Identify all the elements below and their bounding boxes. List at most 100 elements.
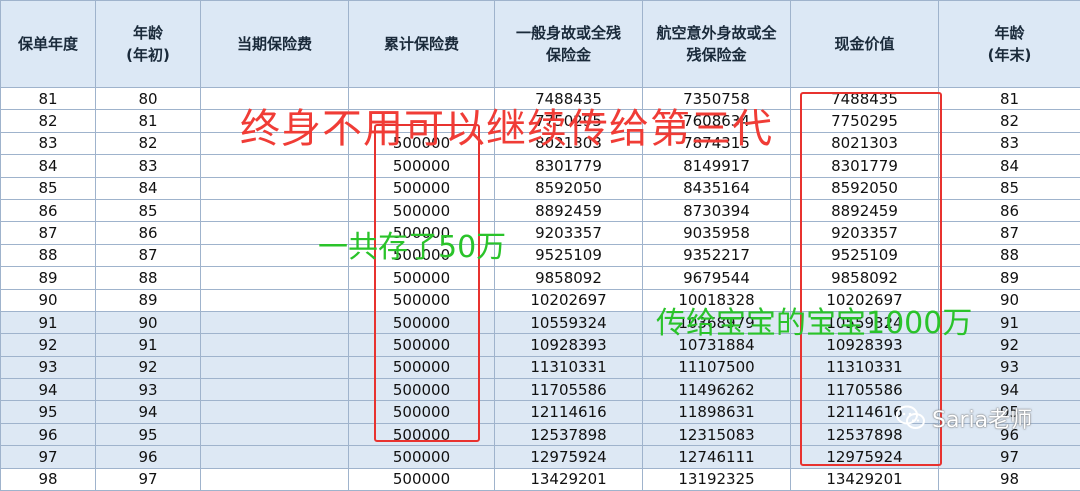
cell-cumulative-premium: 500000 <box>349 468 495 490</box>
cell-cumulative-premium: 500000 <box>349 267 495 289</box>
cell-aviation-benefit: 11898631 <box>643 401 791 423</box>
cell-current-premium <box>201 289 349 311</box>
cell-cash-value: 11310331 <box>791 356 939 378</box>
cell-age-start: 89 <box>96 289 201 311</box>
cell-death-benefit: 10928393 <box>495 334 643 356</box>
cell-cumulative-premium: 500000 <box>349 379 495 401</box>
cell-cash-value: 7488435 <box>791 88 939 110</box>
cell-current-premium <box>201 244 349 266</box>
cell-death-benefit: 12114616 <box>495 401 643 423</box>
cell-cash-value: 9203357 <box>791 222 939 244</box>
cell-cumulative-premium: 500000 <box>349 356 495 378</box>
cell-cash-value: 13429201 <box>791 468 939 490</box>
cell-age-end: 87 <box>939 222 1080 244</box>
table-row: 898850000098580929679544985809289 <box>1 267 1080 289</box>
cell-policy-year: 91 <box>1 311 96 333</box>
cell-death-benefit: 8301779 <box>495 155 643 177</box>
cell-aviation-benefit: 7874315 <box>643 132 791 154</box>
cell-current-premium <box>201 379 349 401</box>
cell-aviation-benefit: 7608634 <box>643 110 791 132</box>
cell-policy-year: 82 <box>1 110 96 132</box>
cell-aviation-benefit: 8435164 <box>643 177 791 199</box>
cell-cash-value: 12975924 <box>791 446 939 468</box>
cell-aviation-benefit: 11107500 <box>643 356 791 378</box>
cell-policy-year: 97 <box>1 446 96 468</box>
cell-cumulative-premium: 500000 <box>349 311 495 333</box>
cell-age-end: 86 <box>939 199 1080 221</box>
table-row: 818074884357350758748843581 <box>1 88 1080 110</box>
cell-age-end: 98 <box>939 468 1080 490</box>
cell-age-start: 86 <box>96 222 201 244</box>
cell-age-end: 85 <box>939 177 1080 199</box>
col-header-age-start: 年龄 (年初) <box>96 1 201 88</box>
cell-age-end: 90 <box>939 289 1080 311</box>
cell-policy-year: 93 <box>1 356 96 378</box>
col-header-age-end: 年龄 (年末) <box>939 1 1080 88</box>
cell-death-benefit: 9203357 <box>495 222 643 244</box>
cell-death-benefit: 9525109 <box>495 244 643 266</box>
table-row: 989750000013429201131923251342920198 <box>1 468 1080 490</box>
cell-age-start: 88 <box>96 267 201 289</box>
table-row: 949350000011705586114962621170558694 <box>1 379 1080 401</box>
cell-current-premium <box>201 356 349 378</box>
cell-policy-year: 86 <box>1 199 96 221</box>
cell-aviation-benefit: 10731884 <box>643 334 791 356</box>
cell-cumulative-premium <box>349 110 495 132</box>
cell-age-start: 94 <box>96 401 201 423</box>
cell-age-start: 92 <box>96 356 201 378</box>
cell-death-benefit: 12537898 <box>495 423 643 445</box>
cell-age-start: 91 <box>96 334 201 356</box>
cell-cash-value: 10928393 <box>791 334 939 356</box>
cell-age-start: 97 <box>96 468 201 490</box>
cell-current-premium <box>201 267 349 289</box>
table-row: 848350000083017798149917830177984 <box>1 155 1080 177</box>
cell-age-end: 89 <box>939 267 1080 289</box>
cell-cumulative-premium: 500000 <box>349 222 495 244</box>
cell-age-end: 84 <box>939 155 1080 177</box>
cell-current-premium <box>201 334 349 356</box>
table-row: 908950000010202697100183281020269790 <box>1 289 1080 311</box>
cell-age-end: 82 <box>939 110 1080 132</box>
cell-current-premium <box>201 423 349 445</box>
cell-current-premium <box>201 468 349 490</box>
cell-policy-year: 92 <box>1 334 96 356</box>
cell-death-benefit: 12975924 <box>495 446 643 468</box>
table-row: 868550000088924598730394889245986 <box>1 199 1080 221</box>
cell-age-start: 93 <box>96 379 201 401</box>
cell-cumulative-premium: 500000 <box>349 177 495 199</box>
cell-aviation-benefit: 9679544 <box>643 267 791 289</box>
cell-aviation-benefit: 9352217 <box>643 244 791 266</box>
cell-current-premium <box>201 222 349 244</box>
cell-age-start: 87 <box>96 244 201 266</box>
col-header-death-benefit: 一般身故或全残保险金 <box>495 1 643 88</box>
table-row: 878650000092033579035958920335787 <box>1 222 1080 244</box>
cell-cash-value: 7750295 <box>791 110 939 132</box>
cell-age-start: 95 <box>96 423 201 445</box>
table-row: 888750000095251099352217952510988 <box>1 244 1080 266</box>
cell-age-start: 82 <box>96 132 201 154</box>
cell-age-end: 97 <box>939 446 1080 468</box>
cell-cash-value: 8301779 <box>791 155 939 177</box>
cell-age-end: 83 <box>939 132 1080 154</box>
table-row: 939250000011310331111075001131033193 <box>1 356 1080 378</box>
cell-cumulative-premium: 500000 <box>349 423 495 445</box>
cell-current-premium <box>201 199 349 221</box>
cell-policy-year: 98 <box>1 468 96 490</box>
cell-policy-year: 95 <box>1 401 96 423</box>
cell-death-benefit: 8892459 <box>495 199 643 221</box>
cell-aviation-benefit: 10368979 <box>643 311 791 333</box>
cell-death-benefit: 10559324 <box>495 311 643 333</box>
cell-age-start: 81 <box>96 110 201 132</box>
cell-death-benefit: 7750295 <box>495 110 643 132</box>
cell-death-benefit: 7488435 <box>495 88 643 110</box>
cell-death-benefit: 11705586 <box>495 379 643 401</box>
cell-age-end: 91 <box>939 311 1080 333</box>
cell-policy-year: 87 <box>1 222 96 244</box>
chat-bubble-icon <box>896 405 926 431</box>
cell-policy-year: 89 <box>1 267 96 289</box>
cell-death-benefit: 13429201 <box>495 468 643 490</box>
cell-cash-value: 9858092 <box>791 267 939 289</box>
cell-age-start: 84 <box>96 177 201 199</box>
cell-cash-value: 10202697 <box>791 289 939 311</box>
cell-age-start: 85 <box>96 199 201 221</box>
